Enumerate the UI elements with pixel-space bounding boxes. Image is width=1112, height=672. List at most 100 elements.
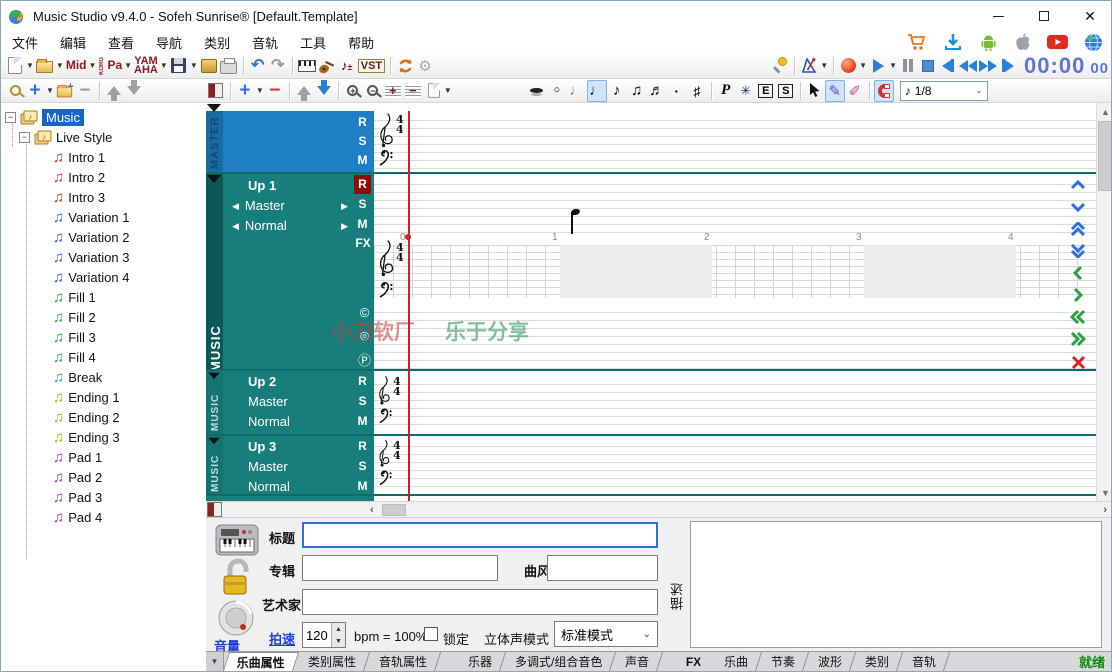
lock-checkbox[interactable]	[424, 627, 438, 641]
midi-dropdown[interactable]: ▼	[89, 61, 97, 70]
midi-import-button[interactable]: Mid	[65, 55, 88, 77]
master-solo-button[interactable]: S	[354, 132, 371, 151]
android-icon[interactable]	[979, 33, 998, 51]
vst-button[interactable]: VST	[357, 55, 386, 77]
tree-item[interactable]: ♫Fill 3	[53, 327, 96, 347]
fast-forward-button[interactable]	[978, 55, 998, 77]
track3-name[interactable]: Up 3	[248, 437, 276, 457]
track2-header[interactable]	[223, 371, 374, 434]
tree-item[interactable]: ♫Intro 2	[53, 167, 105, 187]
korg-dropdown[interactable]: ▼	[124, 61, 132, 70]
tree-item[interactable]: ♫Variation 1	[53, 207, 129, 227]
add-folder-button[interactable]: +	[55, 80, 75, 102]
track1-solo-button[interactable]: S	[354, 195, 371, 214]
left-arrow-icon[interactable]: ◀	[232, 216, 239, 236]
chevron-up-button[interactable]	[1066, 175, 1090, 195]
globe-icon[interactable]	[1084, 33, 1103, 52]
scroll-up-button[interactable]: ▲	[1097, 103, 1112, 120]
track2-record-button[interactable]: R	[354, 372, 371, 391]
transpose-button[interactable]: ♪±	[337, 55, 357, 77]
youtube-icon[interactable]	[1047, 34, 1068, 50]
remove-track-button[interactable]: −	[265, 80, 285, 102]
registered-badge[interactable]: ◎	[356, 329, 373, 342]
tree-item[interactable]: ♫Variation 2	[53, 227, 129, 247]
menu-help[interactable]: 帮助	[337, 31, 385, 54]
metronome-button[interactable]	[799, 55, 819, 77]
track-editor-area[interactable]: 0 1 2 3 4 MASTER R S M MUSIC Up 1 ◀Maste…	[206, 103, 1112, 517]
note-sixteenth-button[interactable]: ♫	[627, 80, 647, 102]
menu-view[interactable]: 查看	[97, 31, 145, 54]
tree-item[interactable]: ♫Pad 3	[53, 487, 102, 507]
collapse-triangle[interactable]	[208, 438, 219, 444]
tab-instrument[interactable]: 乐器	[455, 652, 506, 671]
redo-button[interactable]: ↷	[268, 55, 288, 77]
guitar-button[interactable]	[317, 55, 337, 77]
add-track-dropdown[interactable]: ▼	[256, 86, 264, 95]
save-dropdown[interactable]: ▼	[190, 61, 198, 70]
phono-badge[interactable]: Ⓟ	[356, 350, 373, 369]
track3-record-button[interactable]: R	[354, 437, 371, 456]
print-button[interactable]	[219, 55, 239, 77]
refresh-button[interactable]	[395, 55, 415, 77]
korg-import-button[interactable]: KORG Pa	[97, 55, 123, 77]
record-dropdown[interactable]: ▼	[859, 61, 867, 70]
spin-down-button[interactable]: ▼	[332, 635, 345, 647]
play-dropdown[interactable]: ▼	[889, 61, 897, 70]
tree-item[interactable]: ♫Intro 3	[53, 187, 105, 207]
tab-sound[interactable]: 声音	[612, 652, 663, 671]
menu-category[interactable]: 类别	[193, 31, 241, 54]
move-track-up-button[interactable]	[294, 80, 314, 102]
track2-mute-button[interactable]: M	[354, 412, 371, 431]
collapse-triangle[interactable]	[207, 175, 221, 183]
minimize-button[interactable]	[975, 1, 1021, 31]
step-forward-button[interactable]	[998, 55, 1018, 77]
close-button[interactable]: ✕	[1067, 1, 1112, 31]
tab-list-dropdown[interactable]: ▼	[206, 652, 224, 671]
tab-waveform[interactable]: 波形	[805, 652, 856, 671]
note-eighth-button[interactable]: ♪	[607, 80, 627, 102]
tab-category-properties[interactable]: 类别属性	[295, 652, 370, 671]
sharp-button[interactable]: ♯	[687, 80, 707, 102]
tab-track-properties[interactable]: 音轨属性	[366, 652, 441, 671]
collapse-expander[interactable]: −	[19, 132, 30, 143]
tree-item[interactable]: ♫Pad 1	[53, 447, 102, 467]
tree-root-row[interactable]: − ♪ Music	[5, 107, 84, 127]
master-mute-button[interactable]: M	[354, 151, 371, 170]
collapse-expander[interactable]: −	[5, 112, 16, 123]
tree-item[interactable]: ♫Fill 4	[53, 347, 96, 367]
note-half-button[interactable]: ♩	[567, 80, 587, 102]
settings-button[interactable]: ⚙	[415, 55, 435, 77]
master-header[interactable]	[223, 111, 374, 172]
tree-item[interactable]: ♫Intro 1	[53, 147, 105, 167]
microphone-button[interactable]	[770, 55, 790, 77]
master-strip[interactable]: MASTER	[206, 111, 223, 172]
left-arrow-icon[interactable]: ◀	[232, 196, 239, 216]
tempo-spinner[interactable]: ▲▼	[302, 622, 346, 648]
maximize-button[interactable]	[1021, 1, 1067, 31]
track2-source[interactable]: Master	[248, 392, 288, 412]
double-chevron-left-button[interactable]	[1066, 307, 1090, 327]
tree-item[interactable]: ♫Variation 4	[53, 267, 129, 287]
tab-song[interactable]: 乐曲	[711, 652, 762, 671]
yamaha-import-button[interactable]: YAMAHA	[133, 55, 159, 77]
copyright-badge[interactable]: ©	[356, 305, 373, 320]
dot-button[interactable]: ·	[667, 80, 687, 102]
remove-category-button[interactable]: −	[75, 80, 95, 102]
track1-mode-selector[interactable]: ◀Normal▶	[226, 216, 356, 236]
track1-fx-button[interactable]: FX	[352, 234, 374, 253]
track2-mode[interactable]: Normal	[248, 412, 290, 432]
record-button[interactable]	[838, 55, 858, 77]
zoom-in-button[interactable]: +	[343, 80, 363, 102]
view-options-button[interactable]: ◉	[423, 80, 443, 102]
tab-song-properties[interactable]: 乐曲属性	[223, 652, 299, 671]
arpeggio-button[interactable]: ✳	[736, 80, 756, 102]
right-arrow-icon[interactable]: ▶	[341, 216, 348, 236]
add-category-dropdown[interactable]: ▼	[46, 86, 54, 95]
view-options-dropdown[interactable]: ▼	[444, 86, 452, 95]
find-button[interactable]	[5, 80, 25, 102]
panel-toggle-button[interactable]	[206, 80, 226, 102]
menu-edit[interactable]: 编辑	[49, 31, 97, 54]
tree-item-music[interactable]: Music	[42, 109, 84, 126]
right-arrow-icon[interactable]: ▶	[341, 196, 348, 216]
pause-button[interactable]	[898, 55, 918, 77]
